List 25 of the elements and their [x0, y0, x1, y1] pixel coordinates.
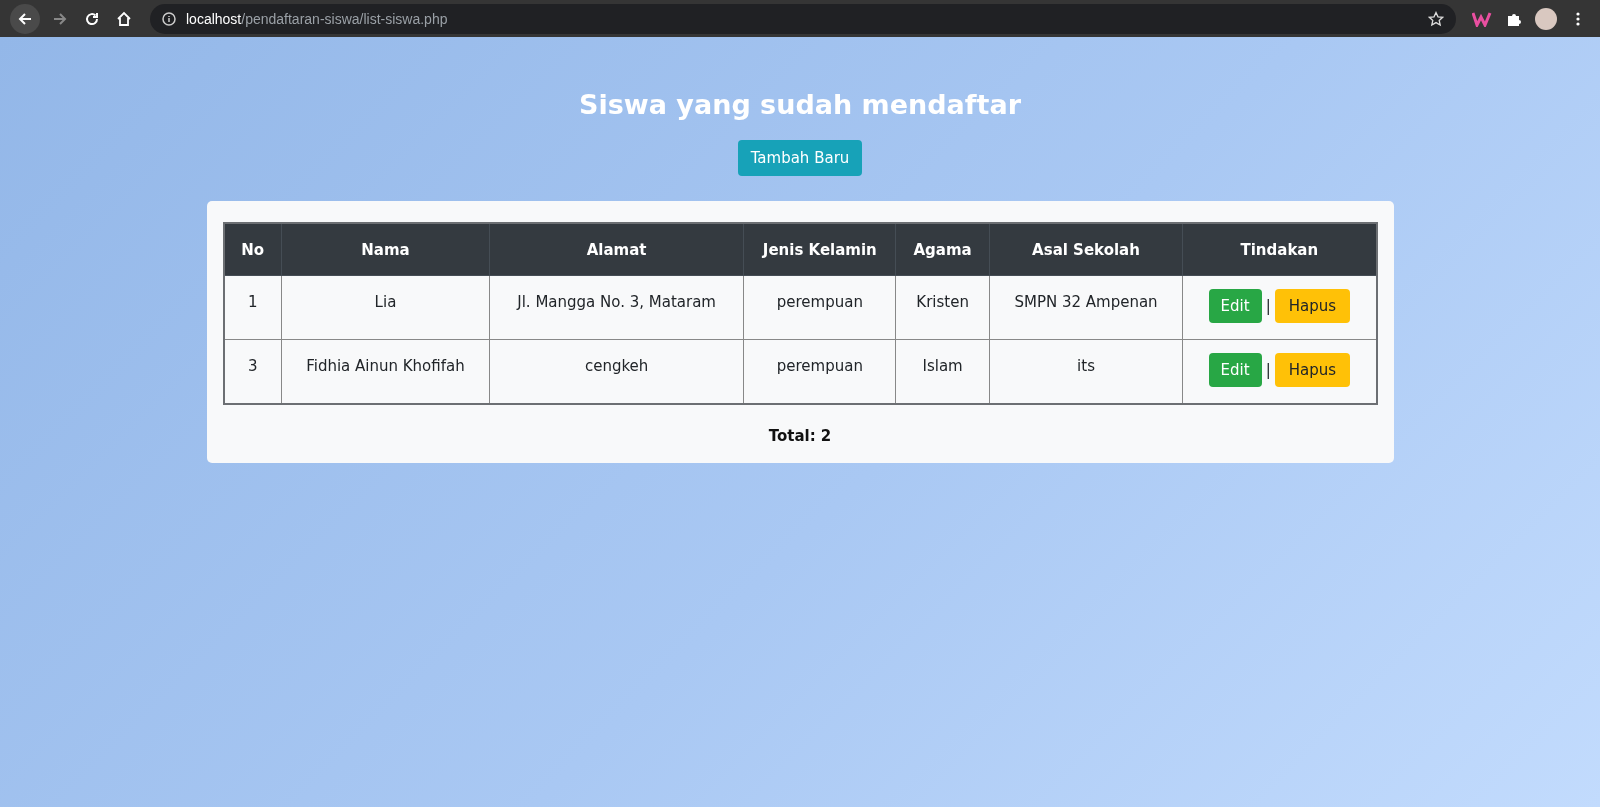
info-icon[interactable]	[162, 11, 176, 26]
table-cell: perempuan	[743, 275, 896, 340]
column-header: Asal Sekolah	[989, 223, 1183, 276]
avatar-icon[interactable]	[1535, 7, 1557, 30]
url-text: localhost/pendaftaran-siswa/list-siswa.php	[186, 10, 448, 27]
total-text: Total: 2	[768, 426, 832, 445]
star-icon[interactable]	[1428, 10, 1444, 27]
back-icon[interactable]	[10, 3, 40, 34]
table-cell: SMPN 32 Ampenan	[989, 275, 1183, 340]
table-cell: Kristen	[895, 275, 990, 340]
column-header: Nama	[281, 223, 490, 276]
column-header: Jenis Kelamin	[743, 223, 896, 276]
table-cell: Lia	[281, 275, 490, 340]
table-cell: Jl. Mangga No. 3, Mataram	[489, 275, 744, 340]
column-header: Alamat	[489, 223, 744, 276]
page-title: Siswa yang sudah mendaftar	[579, 89, 1021, 120]
address-bar[interactable]: localhost/pendaftaran-siswa/list-siswa.php	[150, 3, 1456, 34]
delete-button[interactable]: Hapus	[1274, 289, 1351, 323]
column-header: Tindakan	[1182, 223, 1377, 276]
table-cell: 1	[223, 275, 282, 340]
separator-text: |	[1265, 297, 1271, 315]
separator-text: |	[1265, 361, 1271, 379]
delete-button[interactable]: Hapus	[1274, 353, 1351, 387]
column-header: Agama	[895, 223, 990, 276]
column-header: No	[223, 223, 282, 276]
